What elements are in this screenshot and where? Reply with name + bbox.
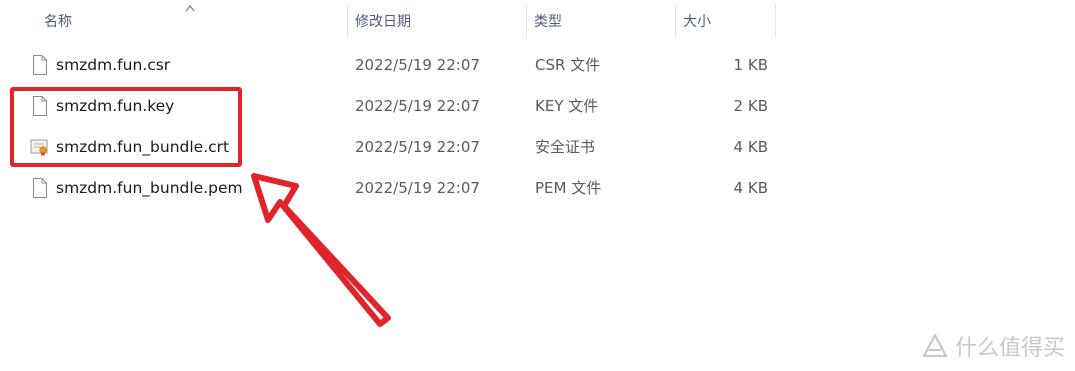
file-size: 4 KB: [733, 179, 768, 197]
column-header-size[interactable]: 大小: [675, 0, 775, 40]
file-size: 4 KB: [733, 138, 768, 156]
column-header-type-label: 类型: [534, 14, 562, 30]
red-arrow-icon: [251, 173, 391, 327]
column-header-date[interactable]: 修改日期: [347, 0, 527, 40]
file-name: smzdm.fun_bundle.pem: [56, 179, 243, 197]
file-type: CSR 文件: [535, 56, 601, 74]
column-header-bar: 名称 修改日期 类型 大小: [0, 0, 1075, 44]
file-date: 2022/5/19 22:07: [355, 56, 480, 74]
file-size: 1 KB: [733, 56, 768, 74]
highlight-box: [10, 87, 242, 167]
column-header-date-label: 修改日期: [355, 14, 411, 30]
column-header-size-label: 大小: [683, 14, 711, 30]
column-header-name-label: 名称: [44, 14, 72, 30]
smzdm-logo-icon: [922, 333, 948, 358]
file-date: 2022/5/19 22:07: [355, 97, 480, 115]
document-icon: [33, 55, 47, 75]
file-row[interactable]: smzdm.fun.csr 2022/5/19 22:07 CSR 文件 1 K…: [0, 47, 790, 83]
file-type: PEM 文件: [535, 179, 602, 197]
file-type: KEY 文件: [535, 97, 599, 115]
column-separator[interactable]: [775, 4, 776, 38]
file-size: 2 KB: [733, 97, 768, 115]
watermark-text: 什么值得买: [954, 336, 1065, 361]
column-header-type[interactable]: 类型: [526, 0, 676, 40]
watermark: 什么值得买: [921, 331, 1065, 361]
sort-ascending-icon: [185, 5, 195, 12]
file-type: 安全证书: [535, 138, 596, 156]
file-name: smzdm.fun.csr: [56, 56, 171, 74]
document-icon: [33, 178, 47, 198]
